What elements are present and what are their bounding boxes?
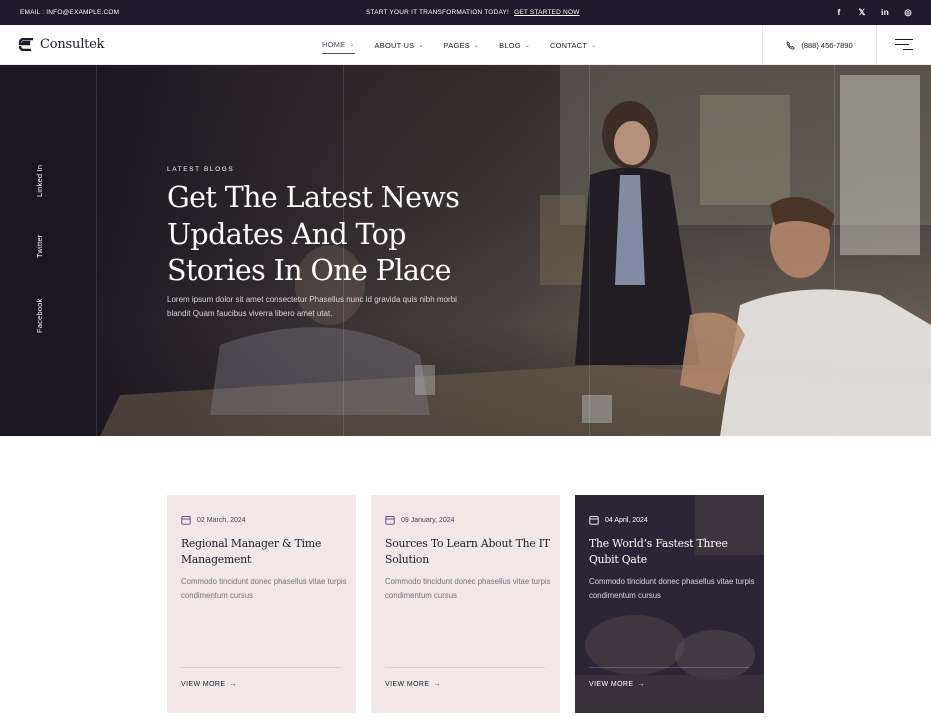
chevron-down-icon: ⌄ [349,42,355,48]
chevron-down-icon: ⌄ [591,42,597,49]
chevron-down-icon: ⌄ [473,42,480,49]
linkedin-icon[interactable]: in [880,6,890,18]
view-more-link[interactable]: VIEW MORE → [385,681,441,688]
topbar-promo: START YOUR IT TRANSFORMATION TODAY! GET … [366,9,580,16]
card-date: 04 April, 2024 [589,515,648,525]
phone-icon [786,40,796,50]
card-date: 09 January, 2024 [385,515,455,525]
calendar-icon [181,516,191,525]
nav-item-contact[interactable]: CONTACT ⌄ [550,40,596,54]
card-title[interactable]: The World’s Fastest Three Qubit Qate [589,536,754,568]
view-more-label: VIEW MORE [385,681,430,688]
view-more-label: VIEW MORE [589,681,634,688]
arrow-right-icon: → [229,681,237,688]
nav-label: HOME [322,40,346,49]
logo-text: Consultek [40,37,105,52]
card-title[interactable]: Sources To Learn About The IT Solution [385,536,550,568]
chevron-down-icon: ⌄ [524,42,531,49]
arrow-right-icon: → [433,681,441,688]
hero-section: Linked In Twitter Facebook LATEST BLOGS … [0,65,931,436]
nav-item-pages[interactable]: PAGES ⌄ [444,40,480,54]
main-nav: HOME ⌄ ABOUT US ⌄ PAGES ⌄ BLOG ⌄ CONTACT ⌄ [322,40,616,54]
get-started-link[interactable]: GET STARTED NOW [514,9,579,16]
card-title[interactable]: Regional Manager & Time Management [181,536,346,568]
side-link-linkedin[interactable]: Linked In [35,165,44,197]
blog-card[interactable]: 02 March, 2024 Regional Manager & Time M… [167,495,356,713]
nav-label: CONTACT [550,40,588,50]
card-date-text: 09 January, 2024 [401,516,455,524]
x-icon[interactable]: 𝕏 [857,6,867,18]
topbar-socials: f 𝕏 in ◎ [834,6,913,18]
arrow-right-icon: → [637,681,645,688]
facebook-icon[interactable]: f [834,6,844,18]
card-divider [589,667,749,668]
card-date: 02 March, 2024 [181,515,246,525]
logo-mark-icon [19,38,33,51]
nav-label: PAGES [443,40,470,50]
side-link-facebook[interactable]: Facebook [35,298,44,333]
nav-item-home[interactable]: HOME ⌄ [322,40,355,54]
hero-divider [589,65,590,436]
calendar-icon [385,516,395,525]
promo-text: START YOUR IT TRANSFORMATION TODAY! [366,9,510,16]
side-link-twitter[interactable]: Twitter [35,235,44,259]
nav-label: BLOG [499,40,521,50]
site-header: Consultek HOME ⌄ ABOUT US ⌄ PAGES ⌄ BLOG ⌄ C… [0,25,931,65]
logo[interactable]: Consultek [19,37,105,52]
card-description: Commodo tincidunt donec phasellus vitae … [589,577,755,600]
blog-card[interactable]: 09 January, 2024 Sources To Learn About … [371,495,560,713]
nav-item-blog[interactable]: BLOG ⌄ [499,40,530,54]
hero-side-rail [0,65,97,436]
card-date-text: 02 March, 2024 [197,516,246,524]
card-divider [385,667,545,668]
hero-kicker: LATEST BLOGS [167,166,235,173]
hero-title: Get The Latest News Updates And Top Stor… [167,181,460,287]
card-description: Commodo tincidunt donec phasellus vitae … [385,577,551,600]
phone-number: (888) 456-7890 [801,40,853,50]
nav-item-about[interactable]: ABOUT US ⌄ [375,40,424,54]
card-description: Commodo tincidunt donec phasellus vitae … [181,577,347,600]
card-date-text: 04 April, 2024 [605,516,648,524]
blog-card-featured[interactable]: 04 April, 2024 The World’s Fastest Three… [575,495,764,713]
calendar-icon [589,516,599,525]
nav-label: ABOUT US [374,40,415,50]
view-more-link[interactable]: VIEW MORE → [589,681,645,688]
card-divider [181,667,341,668]
view-more-label: VIEW MORE [181,681,226,688]
chevron-down-icon: ⌄ [418,42,424,49]
hero-divider [834,65,835,436]
hamburger-menu-icon[interactable] [895,39,913,51]
hero-lead: Lorem ipsum dolor sit amet consectetur P… [167,295,457,318]
topbar-email[interactable]: EMAIL : INFO@EXAMPLE.COM [20,9,119,16]
instagram-icon[interactable]: ◎ [903,6,913,18]
top-bar: EMAIL : INFO@EXAMPLE.COM START YOUR IT T… [0,0,931,25]
view-more-link[interactable]: VIEW MORE → [181,681,237,688]
phone-link[interactable]: (888) 456-7890 [762,25,877,65]
